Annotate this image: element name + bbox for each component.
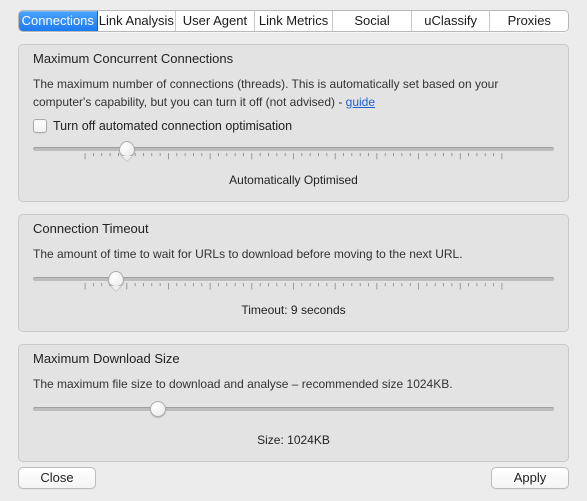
slider-thumb[interactable] xyxy=(108,271,124,287)
download-slider[interactable] xyxy=(33,401,554,427)
apply-button[interactable]: Apply xyxy=(491,467,569,489)
section-legend: Maximum Concurrent Connections xyxy=(29,51,237,66)
slider-ticks xyxy=(33,413,554,421)
turn-off-optimisation-checkbox[interactable] xyxy=(33,119,47,133)
timeout-desc: The amount of time to wait for URLs to d… xyxy=(33,245,554,263)
turn-off-optimisation-row: Turn off automated connection optimisati… xyxy=(33,119,554,133)
concurrent-slider[interactable] xyxy=(33,141,554,167)
timeout-slider[interactable] xyxy=(33,271,554,297)
slider-thumb[interactable] xyxy=(119,141,135,157)
tab-social[interactable]: Social xyxy=(333,11,412,31)
tab-user-agent[interactable]: User Agent xyxy=(176,11,255,31)
close-button[interactable]: Close xyxy=(18,467,96,489)
section-legend: Connection Timeout xyxy=(29,221,153,236)
tab-connections[interactable]: Connections xyxy=(19,11,98,31)
tabs-bar: Connections Link Analysis User Agent Lin… xyxy=(18,10,569,32)
bottom-bar: Close Apply xyxy=(18,467,569,489)
download-caption: Size: 1024KB xyxy=(33,433,554,447)
slider-track xyxy=(33,147,554,151)
concurrent-caption: Automatically Optimised xyxy=(33,173,554,187)
guide-link[interactable]: guide xyxy=(346,95,375,109)
download-desc: The maximum file size to download and an… xyxy=(33,375,554,393)
section-download-size: Maximum Download Size The maximum file s… xyxy=(18,344,569,462)
timeout-caption: Timeout: 9 seconds xyxy=(33,303,554,317)
tab-link-metrics[interactable]: Link Metrics xyxy=(255,11,334,31)
slider-track xyxy=(33,407,554,411)
section-legend: Maximum Download Size xyxy=(29,351,184,366)
concurrent-desc: The maximum number of connections (threa… xyxy=(33,75,554,111)
slider-ticks xyxy=(33,153,554,161)
section-timeout: Connection Timeout The amount of time to… xyxy=(18,214,569,332)
turn-off-optimisation-label: Turn off automated connection optimisati… xyxy=(53,119,292,133)
tab-proxies[interactable]: Proxies xyxy=(490,11,568,31)
tab-link-analysis[interactable]: Link Analysis xyxy=(98,11,177,31)
concurrent-desc-text: The maximum number of connections (threa… xyxy=(33,77,498,109)
slider-thumb[interactable] xyxy=(150,401,166,417)
section-max-concurrent: Maximum Concurrent Connections The maxim… xyxy=(18,44,569,202)
tab-uclassify[interactable]: uClassify xyxy=(412,11,491,31)
